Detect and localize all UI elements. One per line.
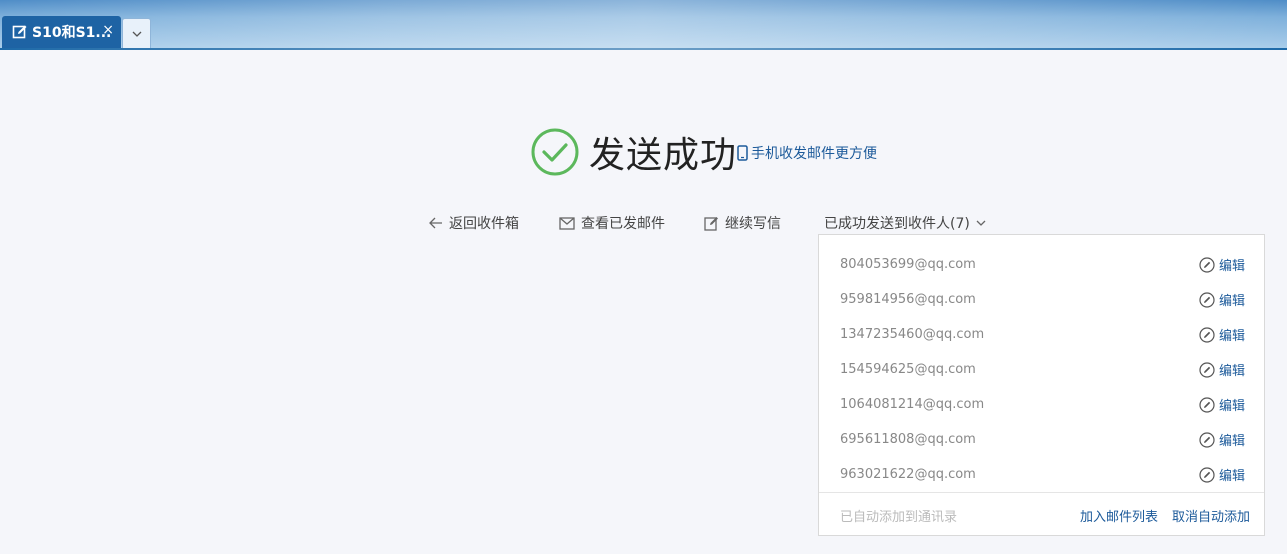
pencil-circle-icon (1199, 291, 1215, 308)
view-sent-label: 查看已发邮件 (581, 216, 665, 232)
recipient-row: 1064081214@qq.com 编辑 (819, 387, 1264, 422)
action-row: 返回收件箱 查看已发邮件 继续写信 已成功发送到收件人(7) (0, 212, 1287, 234)
top-tab-bar (0, 0, 1287, 50)
recipient-row: 804053699@qq.com 编辑 (819, 247, 1264, 282)
recipient-row: 154594625@qq.com 编辑 (819, 352, 1264, 387)
mobile-phone-icon (737, 145, 748, 161)
edit-label: 编辑 (1218, 434, 1245, 449)
edit-label: 编辑 (1218, 259, 1245, 274)
recipient-email: 1347235460@qq.com (840, 327, 985, 342)
envelope-icon (559, 216, 575, 230)
recipient-email: 804053699@qq.com (840, 257, 976, 272)
recipient-edit-button[interactable]: 编辑 (1199, 255, 1245, 274)
cancel-auto-add-link[interactable]: 取消自动添加 (1172, 506, 1250, 525)
recipients-dropdown: 804053699@qq.com 编辑 959814956@qq.com 编辑 … (818, 234, 1265, 536)
add-to-mail-list-link[interactable]: 加入邮件列表 (1080, 506, 1158, 525)
arrow-left-icon (429, 217, 442, 229)
recipient-row: 963021622@qq.com 编辑 (819, 457, 1264, 492)
success-check-icon (531, 128, 579, 176)
pencil-circle-icon (1199, 431, 1215, 448)
recipient-email: 963021622@qq.com (840, 467, 976, 482)
recipient-email: 154594625@qq.com (840, 362, 976, 377)
recipient-email: 959814956@qq.com (840, 292, 976, 307)
chevron-down-icon (132, 31, 141, 37)
edit-label: 编辑 (1218, 294, 1245, 309)
tab-compose[interactable]: S10和S1... × (2, 16, 121, 48)
recipient-edit-button[interactable]: 编辑 (1199, 465, 1245, 484)
recipient-row: 695611808@qq.com 编辑 (819, 422, 1264, 457)
tab-list-dropdown-button[interactable] (122, 18, 151, 48)
edit-label: 编辑 (1218, 469, 1245, 484)
chevron-down-icon (976, 220, 986, 226)
recipient-email: 1064081214@qq.com (840, 397, 985, 412)
pencil-circle-icon (1199, 396, 1215, 413)
recipient-edit-button[interactable]: 编辑 (1199, 430, 1245, 449)
sent-recipients-toggle[interactable]: 已成功发送到收件人(7) (824, 212, 992, 234)
tab-title: S10和S1... (32, 25, 112, 41)
mobile-link-label: 手机收发邮件更方便 (751, 146, 877, 162)
edit-label: 编辑 (1218, 364, 1245, 379)
success-title: 发送成功 (589, 135, 738, 176)
recipient-edit-button[interactable]: 编辑 (1199, 360, 1245, 379)
recipients-footer: 已自动添加到通讯录 加入邮件列表 取消自动添加 (819, 492, 1264, 536)
recipient-row: 959814956@qq.com 编辑 (819, 282, 1264, 317)
edit-icon (12, 25, 27, 39)
pencil-circle-icon (1199, 326, 1215, 343)
view-sent-link[interactable]: 查看已发邮件 (559, 212, 665, 234)
recipient-edit-button[interactable]: 编辑 (1199, 395, 1245, 414)
recipient-email: 695611808@qq.com (840, 432, 976, 447)
pencil-circle-icon (1199, 256, 1215, 273)
edit-label: 编辑 (1218, 399, 1245, 414)
recipient-edit-button[interactable]: 编辑 (1199, 290, 1245, 309)
continue-writing-label: 继续写信 (725, 216, 781, 232)
continue-writing-link[interactable]: 继续写信 (704, 212, 781, 234)
recipient-edit-button[interactable]: 编辑 (1199, 325, 1245, 344)
sent-recipients-label: 已成功发送到收件人(7) (824, 216, 970, 232)
mobile-mail-link[interactable]: 手机收发邮件更方便 (737, 143, 877, 163)
auto-added-note: 已自动添加到通讯录 (840, 510, 958, 525)
recipient-row: 1347235460@qq.com 编辑 (819, 317, 1264, 352)
back-to-inbox-label: 返回收件箱 (449, 216, 519, 232)
compose-icon (704, 216, 718, 231)
success-heading: 发送成功 (531, 127, 737, 177)
back-to-inbox-link[interactable]: 返回收件箱 (429, 212, 519, 234)
pencil-circle-icon (1199, 361, 1215, 378)
edit-label: 编辑 (1218, 329, 1245, 344)
pencil-circle-icon (1199, 466, 1215, 483)
tab-close-button[interactable]: × (102, 22, 114, 38)
